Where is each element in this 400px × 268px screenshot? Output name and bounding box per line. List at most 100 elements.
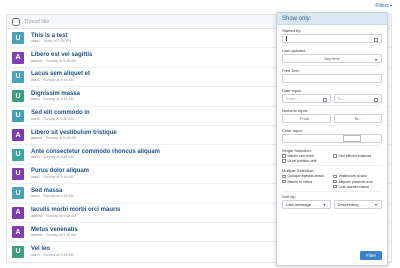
checkbox[interactable] [333, 154, 337, 158]
single-option-label: Sed efficitur euismod [338, 154, 372, 158]
thread-title-link[interactable]: Iaculis morbi morbi orci mauris [31, 207, 120, 213]
filters-label: Filters [375, 3, 389, 9]
text-cursor [286, 36, 287, 41]
thread-title-link[interactable]: Ante consectetur commodo rhoncus aliquam [31, 149, 160, 155]
thread-title-link[interactable]: Vel leo [31, 246, 74, 252]
user-icon [374, 37, 378, 42]
multiple-option[interactable]: Vestibulum ut dolo [333, 174, 382, 178]
free-text-label: Free Text: [282, 68, 300, 73]
date-to-input[interactable]: To... [333, 94, 382, 103]
thread-author[interactable]: user1 [31, 194, 40, 198]
avatar[interactable]: A [12, 226, 24, 239]
thread-author[interactable]: user1 [31, 39, 40, 43]
single-option[interactable]: Mauris sem enim [282, 154, 331, 158]
avatar[interactable]: U [12, 148, 24, 161]
last-updated-select[interactable]: Any time ▾ [282, 54, 382, 63]
thread-time: Today at 2:35 PM [43, 39, 72, 44]
numeric-to-input[interactable]: To... [333, 114, 382, 123]
last-updated-value: Any time [324, 56, 340, 61]
thread-meta: user1 · Today at 2:35 PM [31, 39, 72, 44]
numeric-from-placeholder: From... [299, 116, 313, 121]
single-option[interactable]: Ut vel porttitor velit [282, 159, 331, 163]
sort-by-label: Sort by: [282, 193, 296, 199]
thread-time: Sunday at 9:48 AM [46, 213, 77, 218]
checkbox[interactable] [282, 174, 286, 179]
sort-order-value: Descending [337, 201, 359, 207]
thread-time: Sunday at 9:48 AM [46, 136, 77, 141]
calendar-icon [374, 97, 378, 102]
thread-author[interactable]: admin1 [31, 59, 43, 63]
avatar[interactable]: U [12, 90, 24, 103]
thread-meta: user1 · Sunday at 9:48 AM [31, 194, 74, 199]
avatar[interactable]: U [12, 32, 24, 45]
filters-panel: Show only: Started by: Last updated: Any… [276, 12, 388, 266]
avatar[interactable]: A [12, 51, 24, 64]
checkbox[interactable] [333, 184, 337, 189]
avatar[interactable]: U [12, 70, 24, 83]
single-option[interactable]: Sed efficitur euismod [333, 154, 382, 158]
chevron-down-icon: ▾ [323, 202, 326, 208]
thread-title-link[interactable]: Libero est vel sagittis [31, 52, 92, 58]
multiple-option[interactable]: Aliquam placerat urna [333, 180, 382, 184]
thread-title-link[interactable]: This is a test [31, 33, 71, 39]
thread-meta: user1 · Sunday at 9:48 AM [31, 155, 74, 160]
thread-author[interactable]: admin1 [31, 214, 43, 218]
checkbox[interactable] [333, 174, 337, 179]
single-selection-options: Mauris sem enim Sed efficitur euismod Ut… [282, 154, 382, 163]
thread-author[interactable]: user1 [31, 253, 40, 257]
avatar[interactable]: U [12, 245, 24, 258]
select-all-checkbox[interactable] [12, 17, 20, 26]
thread-author[interactable]: admin1 [31, 136, 43, 140]
filter-button[interactable]: Filter [360, 251, 382, 260]
thread-author[interactable]: user1 [31, 155, 40, 160]
free-text-input[interactable] [282, 74, 382, 83]
multiple-option[interactable]: Cras laoreet massa [333, 185, 382, 189]
checkbox[interactable] [333, 179, 337, 184]
checkbox[interactable] [282, 154, 286, 158]
filters-button[interactable]: Filters▾ [375, 3, 392, 9]
avatar[interactable]: A [12, 206, 24, 219]
thread-meta: user1 · Sunday at 9:48 AM [31, 174, 74, 179]
thread-meta: user1 · Sunday at 9:48 AM [31, 116, 74, 121]
date-to-placeholder: To... [337, 96, 346, 101]
thread-author[interactable]: user1 [31, 78, 40, 82]
thread-author[interactable]: user1 [31, 97, 40, 102]
multiple-selection-options: Quisque egestas lectus Vestibulum ut dol… [282, 174, 382, 189]
thread-time: Sunday at 9:48 AM [43, 252, 74, 257]
color-swatch[interactable] [343, 135, 361, 142]
thread-title-link[interactable]: Libero sit vestibulum tristique [31, 130, 117, 136]
thread-author[interactable]: user1 [31, 175, 40, 179]
thread-time: Sunday at 9:48 AM [43, 174, 74, 179]
thread-author[interactable]: user1 [31, 117, 40, 121]
thread-time: Sunday at 9:48 AM [43, 155, 74, 160]
multiple-option[interactable]: Mauris id metus [282, 180, 331, 184]
thread-meta: user1 · Sunday at 9:48 AM [31, 77, 74, 82]
thread-title-link[interactable]: Lacus sem aliquet et [31, 71, 90, 77]
chevron-down-icon: ▾ [374, 56, 377, 62]
avatar[interactable]: U [12, 167, 24, 180]
avatar[interactable]: U [12, 109, 24, 122]
checkbox[interactable] [282, 159, 286, 163]
numeric-from-input[interactable]: From... [282, 114, 331, 123]
sort-field-select[interactable]: Last message ▾ [282, 199, 331, 209]
thread-title-link[interactable]: Sed elit commodo in [31, 110, 90, 116]
started-by-input[interactable] [282, 34, 382, 43]
sort-order-select[interactable]: Descending ▾ [333, 199, 382, 209]
thread-title-link[interactable]: Dignissim massa [31, 91, 80, 97]
checkbox[interactable] [282, 179, 286, 184]
thread-title-link[interactable]: Metus venenatis [31, 227, 78, 233]
thread-title-link[interactable]: Sed massa [31, 188, 74, 194]
thread-time: Sunday at 9:48 AM [46, 233, 77, 238]
avatar[interactable]: U [12, 187, 24, 200]
single-option-label: Ut vel porttitor velit [287, 159, 317, 164]
thread-time: Sunday at 9:48 AM [46, 58, 77, 63]
thread-time: Sunday at 9:48 AM [43, 77, 74, 82]
thread-author[interactable]: admin1 [31, 233, 43, 237]
avatar[interactable]: A [12, 129, 24, 142]
thread-title-link[interactable]: Purus dolor aliquam [31, 168, 89, 174]
multiple-option[interactable]: Quisque egestas lectus [282, 174, 331, 178]
thread-time: Sunday at 9:48 AM [43, 97, 74, 102]
color-input[interactable] [282, 134, 382, 143]
multiple-option-label: Mauris id metus [287, 179, 313, 184]
date-from-input[interactable]: From... [282, 94, 331, 103]
